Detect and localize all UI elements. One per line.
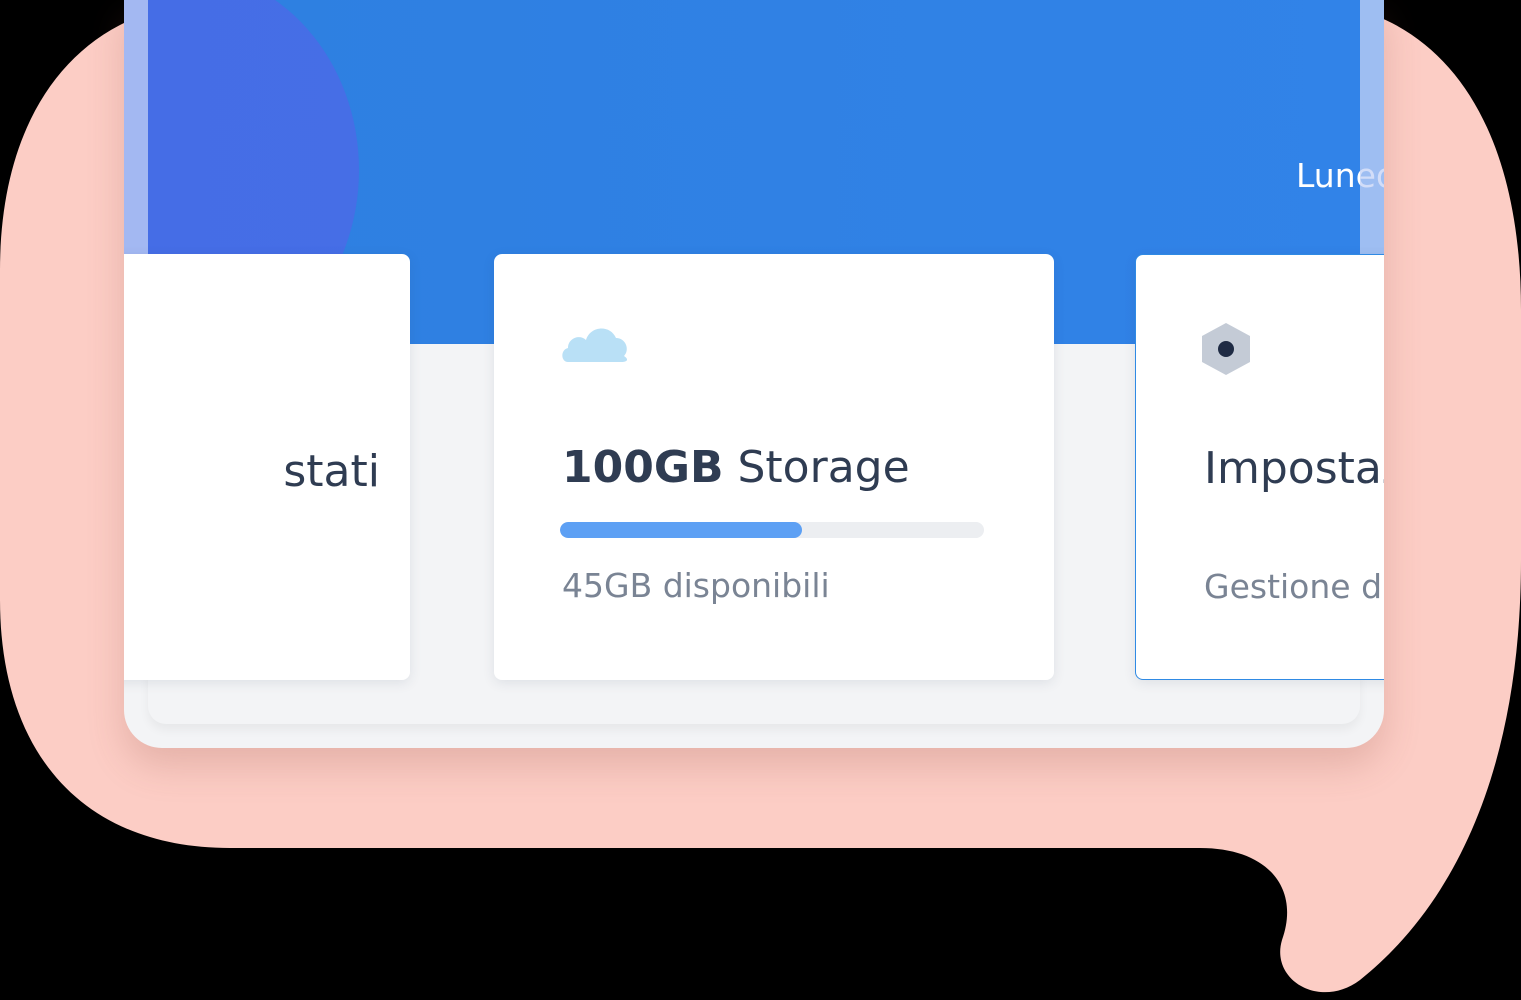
scroll-edge-right <box>1360 0 1384 254</box>
settings-subtitle: Gestione d <box>1204 567 1383 606</box>
settings-card[interactable]: Impostaz Gestione d <box>1135 254 1384 680</box>
storage-amount: 100GB <box>562 442 724 493</box>
card-left-title: stati <box>283 446 380 497</box>
scroll-edge-left <box>124 0 148 254</box>
storage-card[interactable]: 100GB Storage 45GB disponibili <box>494 254 1054 680</box>
storage-progress-fill <box>560 522 802 538</box>
storage-available-text: 45GB disponibili <box>562 566 830 605</box>
hexagon-settings-icon <box>1202 323 1250 375</box>
settings-title: Impostaz <box>1204 443 1384 494</box>
storage-progress-bar <box>560 522 984 538</box>
cloud-icon <box>562 328 628 362</box>
app-window: Luned stati 100GB Storage 45GB disponibi… <box>124 0 1384 748</box>
storage-title: 100GB Storage <box>562 442 910 493</box>
card-left[interactable]: stati <box>124 254 410 680</box>
storage-label: Storage <box>737 442 910 493</box>
